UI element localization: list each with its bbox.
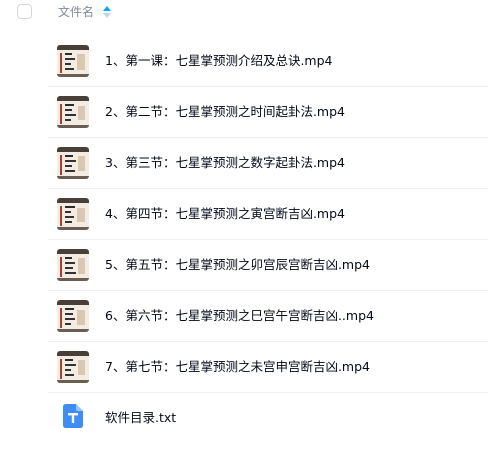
video-thumbnail-icon — [57, 198, 89, 230]
file-name[interactable]: 6、第六节：七星掌预测之巳宫午宫断吉凶..mp4 — [105, 308, 374, 324]
file-name[interactable]: 7、第七节：七星掌预测之未宫申宫断吉凶.mp4 — [105, 359, 370, 375]
file-row[interactable]: 5、第五节：七星掌预测之卯宫辰宫断吉凶.mp4 — [0, 240, 488, 291]
file-row[interactable]: 3、第三节：七星掌预测之数字起卦法.mp4 — [0, 138, 488, 189]
file-row[interactable]: 软件目录.txt — [0, 393, 488, 444]
video-thumbnail-icon — [57, 351, 89, 383]
file-name[interactable]: 5、第五节：七星掌预测之卯宫辰宫断吉凶.mp4 — [105, 257, 370, 273]
file-name[interactable]: 4、第四节：七星掌预测之寅宫断吉凶.mp4 — [105, 206, 345, 222]
file-row[interactable]: 1、第一课：七星掌预测介绍及总诀.mp4 — [0, 36, 488, 87]
column-header-filename[interactable]: 文件名 — [58, 4, 94, 20]
select-all-checkbox[interactable] — [17, 4, 32, 19]
sort-icon[interactable] — [102, 5, 112, 19]
file-row[interactable]: 4、第四节：七星掌预测之寅宫断吉凶.mp4 — [0, 189, 488, 240]
video-thumbnail-icon — [57, 249, 89, 281]
file-list: 文件名 1、第一课：七星掌预测介绍及总诀.mp4 2、第二节：七星掌预测之时间起… — [0, 0, 488, 453]
file-row[interactable]: 6、第六节：七星掌预测之巳宫午宫断吉凶..mp4 — [0, 291, 488, 342]
file-name[interactable]: 2、第二节：七星掌预测之时间起卦法.mp4 — [105, 104, 345, 120]
video-thumbnail-icon — [57, 45, 89, 77]
file-list-header: 文件名 — [0, 0, 488, 26]
file-row[interactable]: 7、第七节：七星掌预测之未宫申宫断吉凶.mp4 — [0, 342, 488, 393]
video-thumbnail-icon — [57, 96, 89, 128]
file-row[interactable]: 2、第二节：七星掌预测之时间起卦法.mp4 — [0, 87, 488, 138]
file-name[interactable]: 1、第一课：七星掌预测介绍及总诀.mp4 — [105, 53, 333, 69]
txt-file-icon — [63, 404, 83, 428]
file-name[interactable]: 软件目录.txt — [105, 410, 176, 426]
video-thumbnail-icon — [57, 300, 89, 332]
video-thumbnail-icon — [57, 147, 89, 179]
file-name[interactable]: 3、第三节：七星掌预测之数字起卦法.mp4 — [105, 155, 345, 171]
